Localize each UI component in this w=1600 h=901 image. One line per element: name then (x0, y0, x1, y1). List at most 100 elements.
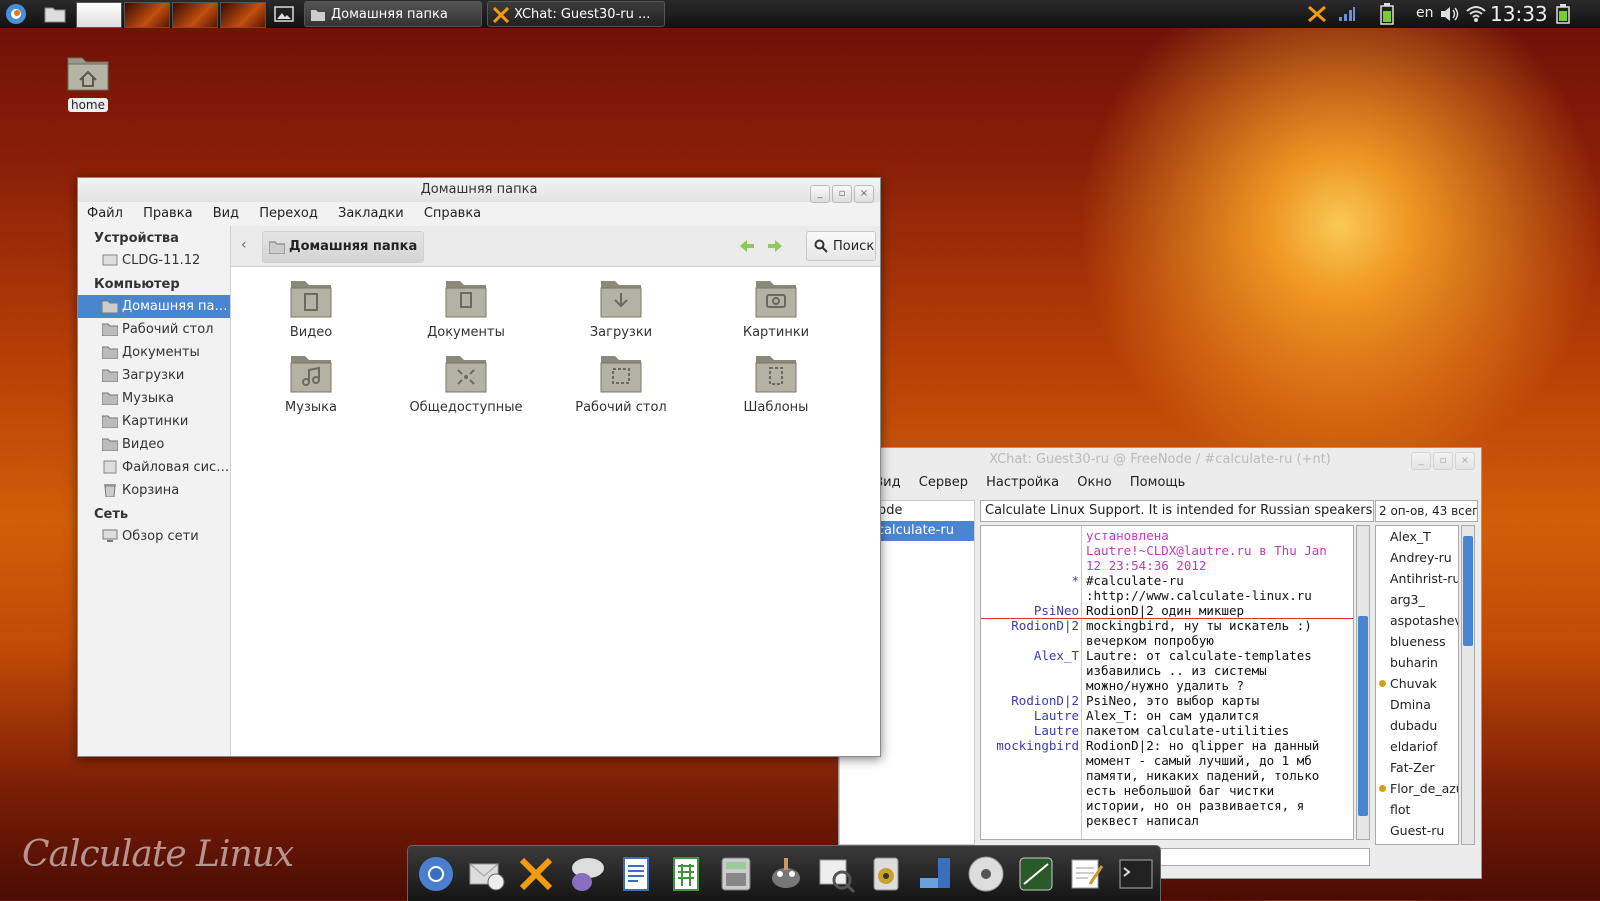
close-button[interactable]: × (854, 185, 874, 203)
user-list-scrollbar[interactable] (1461, 525, 1475, 845)
clock[interactable]: 13:33 (1490, 2, 1548, 26)
stellarium-icon[interactable] (1016, 854, 1056, 894)
scroll-thumb[interactable] (1358, 616, 1368, 816)
task-file-manager[interactable]: Домашняя папка (304, 1, 482, 27)
workspace-thumb-1[interactable] (76, 2, 122, 28)
user-list-item[interactable]: Chuvak (1376, 673, 1458, 694)
volume-icon[interactable] (1440, 6, 1460, 22)
sidebar-item-filesystem[interactable]: Файловая сист... (78, 456, 230, 479)
sidebar-item-device[interactable]: CLDG-11.12 (78, 249, 230, 272)
menu-item[interactable]: Помощь (1130, 475, 1185, 490)
chromium-icon[interactable] (416, 854, 456, 894)
path-back-icon[interactable]: ‹ (241, 237, 247, 253)
writer-icon[interactable] (616, 854, 656, 894)
back-arrow-icon[interactable] (739, 238, 755, 254)
terminal-icon[interactable] (1116, 854, 1156, 894)
xchat-icon[interactable] (516, 854, 556, 894)
sidebar-item-downloads[interactable]: Загрузки (78, 364, 230, 387)
chat-nick[interactable]: mockingbird (981, 738, 1079, 753)
calculate-menu-icon[interactable] (4, 2, 28, 26)
desktop-home-icon[interactable]: home (62, 52, 114, 112)
folder-templates[interactable]: Шаблоны (701, 350, 851, 415)
sidebar-item-documents[interactable]: Документы (78, 341, 230, 364)
show-desktop-icon[interactable] (272, 2, 296, 26)
sidebar-item-videos[interactable]: Видео (78, 433, 230, 456)
workspace-thumb-2[interactable] (124, 2, 170, 28)
workspace-thumb-3[interactable] (172, 2, 218, 28)
chat-nick[interactable]: * (981, 573, 1079, 588)
chat-nick[interactable]: RodionD|2 (981, 618, 1079, 633)
gimp-icon[interactable] (766, 854, 806, 894)
disc-icon[interactable] (966, 854, 1006, 894)
battery-tray-icon[interactable] (1380, 3, 1394, 25)
maximize-button[interactable]: ▫ (832, 185, 852, 203)
xchat-tray-icon[interactable] (1306, 5, 1328, 23)
media-icon[interactable] (916, 854, 956, 894)
minimize-button[interactable]: _ (1411, 452, 1431, 470)
user-list-item[interactable]: Fat-Zer (1376, 757, 1458, 778)
folder-music[interactable]: Музыка (236, 350, 386, 415)
user-list-item[interactable]: Flor_de_azu (1376, 778, 1458, 799)
keyboard-layout[interactable]: en (1416, 5, 1434, 21)
user-list-item[interactable]: dubadu (1376, 715, 1458, 736)
sidebar-item-desktop[interactable]: Рабочий стол (78, 318, 230, 341)
menu-item[interactable]: Окно (1077, 475, 1112, 490)
chat-scrollbar[interactable] (1356, 525, 1370, 840)
user-list-item[interactable]: Andrey-ru (1376, 547, 1458, 568)
chat-log[interactable]: установлена Lautre!~CLDX@lautre.ru в Thu … (980, 525, 1354, 840)
chat-nick[interactable]: Alex_T (981, 648, 1079, 663)
calculator-icon[interactable] (716, 854, 756, 894)
user-list-item[interactable]: buharin (1376, 652, 1458, 673)
image-viewer-icon[interactable] (816, 854, 856, 894)
file-manager-launcher-icon[interactable] (43, 2, 67, 26)
user-list-item[interactable]: flot (1376, 799, 1458, 820)
chat-nick[interactable]: PsiNeo (981, 603, 1079, 618)
search-button[interactable]: Поиск (806, 231, 876, 261)
close-button[interactable]: × (1455, 452, 1475, 470)
sidebar-item-home[interactable]: Домашняя пап... (78, 295, 230, 318)
user-list-item[interactable]: Dmina (1376, 694, 1458, 715)
sidebar-item-pictures[interactable]: Картинки (78, 410, 230, 433)
folder-public[interactable]: Общедоступные (391, 350, 541, 415)
workspace-thumb-4[interactable] (220, 2, 266, 28)
menu-view[interactable]: Вид (213, 206, 239, 221)
window-titlebar[interactable]: Домашняя папка _ ▫ × (78, 178, 880, 203)
user-list-item[interactable]: blueness (1376, 631, 1458, 652)
menu-help[interactable]: Справка (424, 206, 481, 221)
topic-field[interactable]: Calculate Linux Support. It is intended … (980, 500, 1374, 522)
maximize-button[interactable]: ▫ (1433, 452, 1453, 470)
user-list-item[interactable]: Antihrist-ru (1376, 568, 1458, 589)
user-list-item[interactable]: Guest-ru (1376, 820, 1458, 841)
user-list-item[interactable]: eldariof (1376, 736, 1458, 757)
file-view[interactable]: Видео Документы Загрузки Картинки Музыка… (231, 267, 880, 756)
minimize-button[interactable]: _ (810, 185, 830, 203)
calc-icon[interactable] (666, 854, 706, 894)
sidebar-item-music[interactable]: Музыка (78, 387, 230, 410)
forward-arrow-icon[interactable] (767, 238, 783, 254)
folder-desktop[interactable]: Рабочий стол (546, 350, 696, 415)
pidgin-icon[interactable] (566, 854, 606, 894)
scroll-thumb[interactable] (1463, 536, 1473, 646)
user-list-item[interactable]: Guest30-ru (1376, 841, 1458, 844)
audio-player-icon[interactable] (866, 854, 906, 894)
user-list-item[interactable]: arg3_ (1376, 589, 1458, 610)
wifi-icon[interactable] (1466, 5, 1486, 23)
folder-pictures[interactable]: Картинки (701, 275, 851, 340)
menu-go[interactable]: Переход (259, 206, 318, 221)
folder-downloads[interactable]: Загрузки (546, 275, 696, 340)
path-bar-button[interactable]: Домашняя папка (262, 231, 425, 263)
signal-icon[interactable] (1338, 6, 1356, 22)
text-editor-icon[interactable] (1066, 854, 1106, 894)
chat-nick[interactable]: Lautre (981, 723, 1079, 738)
menu-bookmarks[interactable]: Закладки (338, 206, 404, 221)
menu-item[interactable]: Сервер (919, 475, 968, 490)
sidebar-item-trash[interactable]: Корзина (78, 479, 230, 502)
chat-nick[interactable]: RodionD|2 (981, 693, 1079, 708)
chat-nick[interactable]: Lautre (981, 708, 1079, 723)
user-list-item[interactable]: Alex_T (1376, 526, 1458, 547)
user-list[interactable]: Alex_T Andrey-ru Antihrist-ru arg3_ aspotash… (1375, 525, 1459, 845)
mail-icon[interactable] (466, 854, 506, 894)
menu-item[interactable]: Настройка (986, 475, 1059, 490)
user-list-item[interactable]: aspotashev (1376, 610, 1458, 631)
folder-videos[interactable]: Видео (236, 275, 386, 340)
